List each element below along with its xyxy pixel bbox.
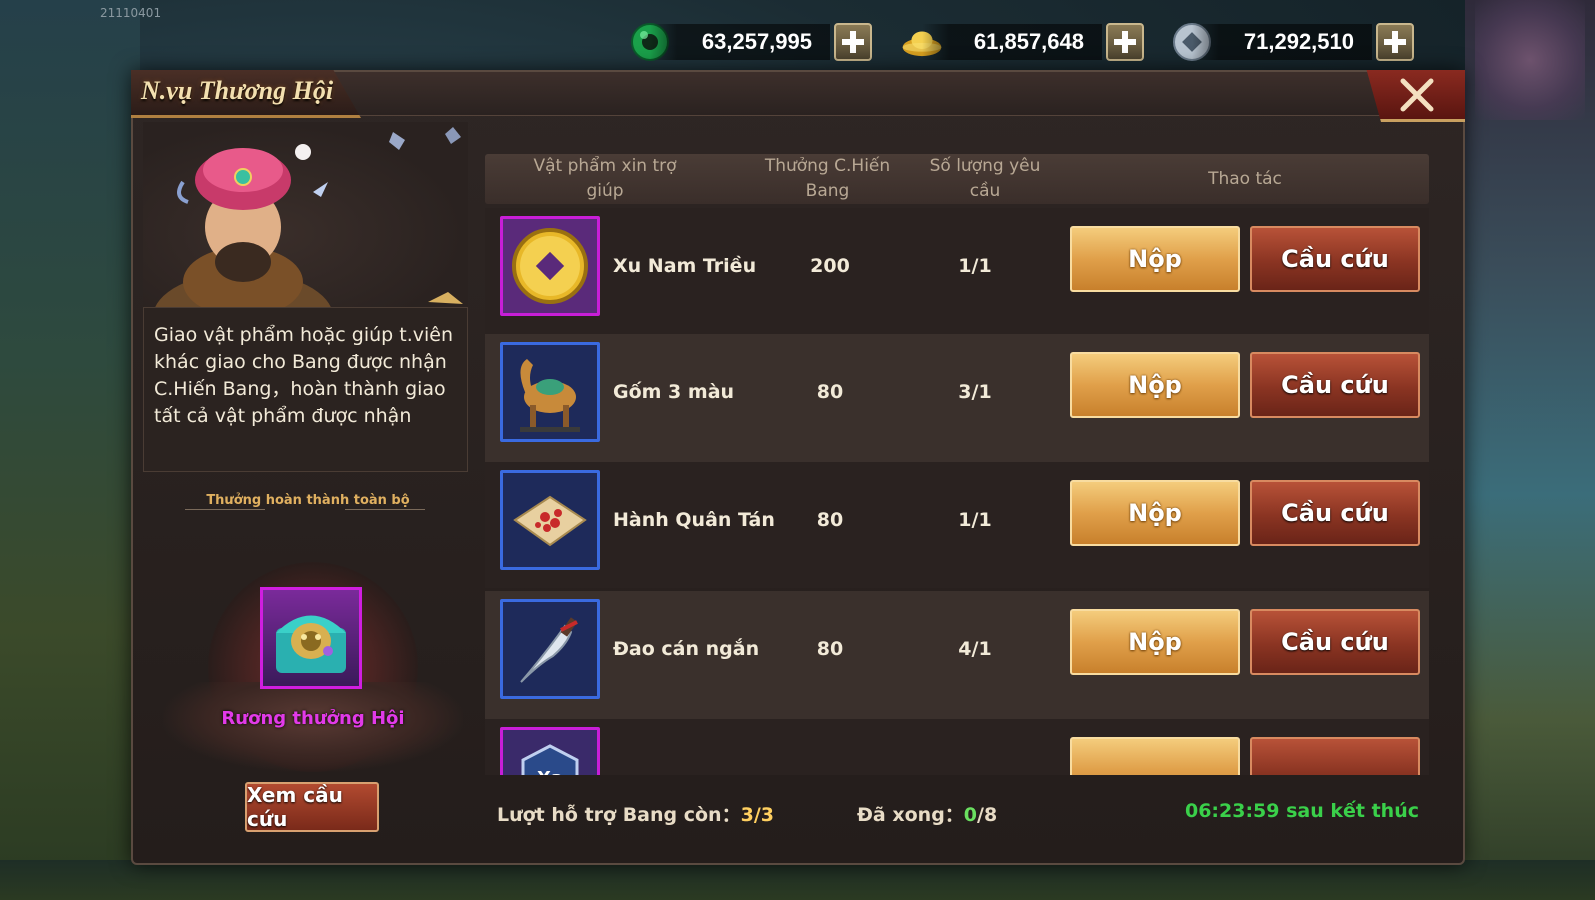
item-slot[interactable]	[500, 470, 600, 570]
item-reward: 80	[816, 638, 844, 660]
xa-badge-label: Xa	[537, 768, 563, 775]
table-row: Xa	[485, 719, 1429, 775]
item-name: Gốm 3 màu	[613, 381, 735, 403]
currency-gold: 61,857,648	[900, 20, 1144, 64]
item-quantity: 1/1	[958, 255, 992, 277]
background-right	[1465, 0, 1595, 900]
item-quantity: 1/1	[958, 509, 992, 531]
panel-title: N.vụ Thương Hội	[141, 76, 334, 105]
item-reward: 80	[816, 509, 844, 531]
support-turns-value: 3/3	[740, 804, 774, 826]
table-row: Hành Quân Tán 80 1/1 Nộp Cầu cứu	[485, 462, 1429, 588]
request-help-button[interactable]: Cầu cứu	[1250, 352, 1420, 418]
currency-silver-value: 71,292,510	[1192, 24, 1372, 60]
table-row: Gốm 3 màu 80 3/1 Nộp Cầu cứu	[485, 334, 1429, 462]
submit-button[interactable]: Nộp	[1070, 226, 1240, 292]
background-bottom	[0, 860, 1595, 900]
xa-badge-icon: Xa	[521, 744, 579, 775]
submit-button[interactable]: Nộp	[1070, 609, 1240, 675]
header-quantity: Số lượng yêu cầu	[929, 156, 1041, 201]
currency-gold-value: 61,857,648	[922, 24, 1102, 60]
header-reward: Thưởng C.Hiến Bang	[764, 156, 891, 201]
guild-trade-panel: N.vụ Thương Hội Giao vật phẩm hoặc giúp …	[131, 70, 1465, 865]
currency-jade-value: 63,257,995	[650, 24, 830, 60]
item-slot[interactable]	[500, 599, 600, 699]
completed-total: /8	[977, 804, 998, 826]
add-silver-button[interactable]	[1376, 23, 1414, 61]
background-blossom-tree	[1475, 0, 1585, 120]
header-action: Thao tác	[1208, 168, 1282, 189]
gold-coin-icon	[512, 228, 588, 304]
request-help-button[interactable]: Cầu cứu	[1250, 480, 1420, 546]
add-gold-button[interactable]	[1106, 23, 1144, 61]
ceramic-camel-icon	[520, 359, 580, 432]
support-turns: Lượt hỗ trợ Bang còn：3/3	[497, 800, 774, 827]
item-slot[interactable]: Xa	[500, 727, 600, 775]
support-turns-label: Lượt hỗ trợ Bang còn：	[497, 804, 741, 826]
completion-reward-label: Thưởng hoàn thành toàn bộ	[206, 493, 410, 508]
medicine-packet-icon	[513, 495, 587, 547]
request-help-button[interactable]	[1250, 737, 1420, 775]
short-saber-icon	[520, 617, 578, 683]
completed-value: 0	[963, 804, 978, 826]
item-reward: 200	[810, 255, 850, 277]
view-help-requests-button[interactable]: Xem cầu cứu	[245, 782, 379, 832]
completed-count: Đã xong：0/8	[857, 800, 997, 827]
item-name: Hành Quân Tán	[613, 509, 775, 531]
countdown-timer: 06:23:59 sau kết thúc	[1184, 800, 1419, 822]
currency-silver: 71,292,510	[1170, 20, 1414, 64]
item-name: Đao cán ngắn	[613, 638, 760, 660]
currency-jade: 63,257,995	[628, 20, 872, 64]
item-reward: 80	[816, 381, 844, 403]
treasure-chest-icon	[276, 615, 346, 673]
submit-button[interactable]	[1070, 737, 1240, 775]
npc-description: Giao vật phẩm hoặc giúp t.viên khác giao…	[143, 307, 468, 472]
item-name: Xu Nam Triều	[613, 255, 757, 277]
add-jade-button[interactable]	[834, 23, 872, 61]
table-row: Xu Nam Triều 200 1/1 Nộp Cầu cứu	[485, 208, 1429, 334]
item-slot[interactable]	[500, 342, 600, 442]
header-item: Vật phẩm xin trợ giúp	[533, 156, 677, 201]
reward-chest-item[interactable]	[260, 587, 362, 689]
submit-button[interactable]: Nộp	[1070, 480, 1240, 546]
item-quantity: 3/1	[958, 381, 992, 403]
completed-label: Đã xong：	[857, 804, 964, 826]
npc-portrait	[143, 122, 468, 307]
item-quantity: 4/1	[958, 638, 992, 660]
reward-item-name: Rương thưởng Hội	[221, 708, 405, 729]
panel-footer: Lượt hỗ trợ Bang còn：3/3 Đã xong：0/8 06:…	[485, 790, 1429, 834]
request-help-button[interactable]: Cầu cứu	[1250, 609, 1420, 675]
close-icon	[1400, 78, 1434, 111]
request-help-button[interactable]: Cầu cứu	[1250, 226, 1420, 292]
request-list[interactable]: Xu Nam Triều 200 1/1 Nộp Cầu cứu Gốm 3 m…	[485, 208, 1429, 775]
table-header: Vật phẩm xin trợ giúp Thưởng C.Hiến Bang…	[485, 154, 1429, 204]
title-tab: N.vụ Thương Hội	[131, 70, 361, 118]
table-row: Đao cán ngắn 80 4/1 Nộp Cầu cứu	[485, 591, 1429, 719]
background-left	[0, 0, 140, 900]
item-slot[interactable]	[500, 216, 600, 316]
build-id: 21110401	[100, 6, 162, 20]
submit-button[interactable]: Nộp	[1070, 352, 1240, 418]
